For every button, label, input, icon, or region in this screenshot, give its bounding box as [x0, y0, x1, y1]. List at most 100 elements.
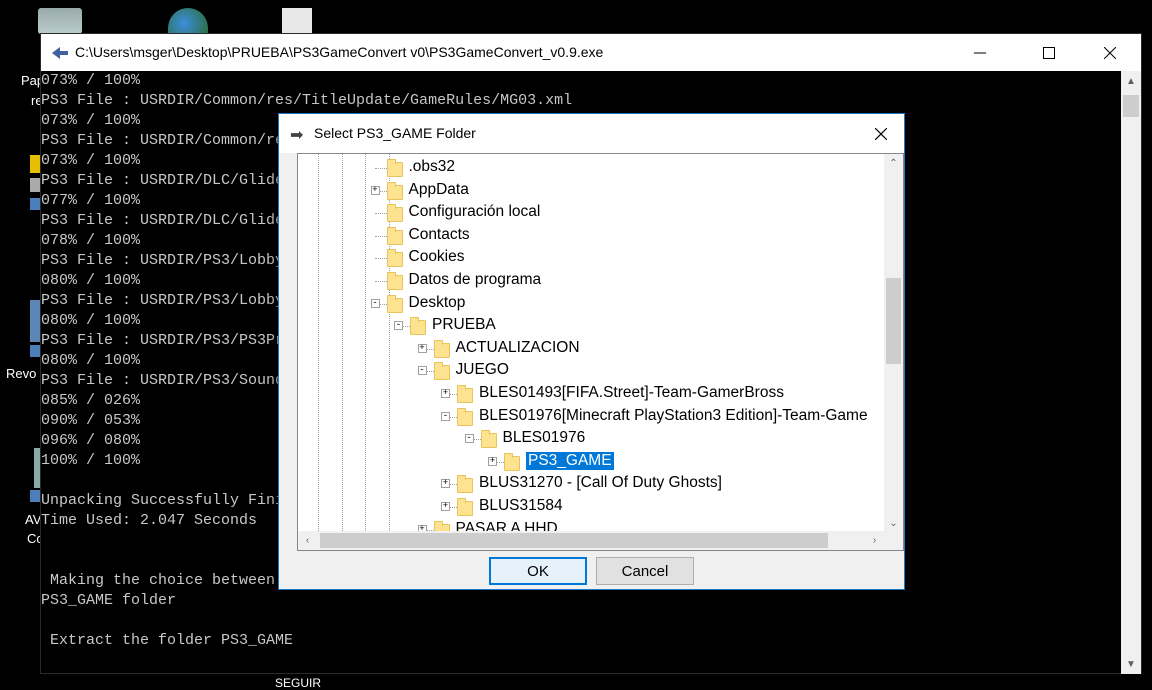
file-icon[interactable] — [282, 8, 312, 34]
desktop-label-seguir[interactable]: SEGUIR — [275, 676, 321, 690]
shortcut-icon[interactable] — [30, 345, 40, 357]
tree-node[interactable]: .obs32 — [298, 157, 884, 179]
collapse-icon[interactable]: - — [394, 321, 403, 331]
arrow-right-icon: ➡ — [290, 127, 304, 144]
folder-icon — [386, 159, 403, 177]
tree-node[interactable]: + PS3_GAME — [298, 450, 884, 473]
tree-node-label[interactable]: PRUEBA — [432, 316, 496, 334]
console-titlebar[interactable]: C:\Users\msger\Desktop\PRUEBA\PS3GameCon… — [41, 34, 1141, 71]
tree-node-label[interactable]: BLUS31584 — [479, 497, 563, 515]
app-icon[interactable] — [30, 155, 40, 173]
dialog-close-button[interactable] — [858, 114, 904, 153]
tree-node[interactable]: + ACTUALIZACION — [298, 338, 884, 360]
scroll-up-icon[interactable]: ▲ — [1121, 71, 1141, 91]
tree-node-label[interactable]: ACTUALIZACION — [456, 339, 580, 357]
folder-icon — [457, 498, 473, 516]
tree-node[interactable]: Contacts — [298, 225, 884, 247]
tree-node[interactable]: Datos de programa — [298, 270, 884, 292]
tree-node[interactable]: + AppData — [298, 180, 884, 202]
dialog-titlebar[interactable]: ➡ Select PS3_GAME Folder — [279, 114, 904, 153]
app-icon[interactable] — [30, 178, 40, 192]
tree-node[interactable]: Cookies — [298, 247, 884, 269]
chevron-right-icon[interactable]: › — [865, 531, 884, 550]
tree-node-label[interactable]: Datos de programa — [409, 271, 542, 289]
tree-node-label[interactable]: AppData — [409, 181, 469, 199]
cancel-button[interactable]: Cancel — [596, 557, 694, 585]
scroll-thumb[interactable] — [320, 533, 828, 548]
expand-icon[interactable]: + — [370, 185, 380, 195]
scroll-thumb[interactable] — [1123, 95, 1139, 117]
collapse-icon[interactable]: - — [441, 411, 450, 421]
folder-tree[interactable]: .obs32 + AppData Configuración local Contact… — [297, 153, 904, 551]
close-button[interactable] — [1087, 34, 1133, 71]
window-title: C:\Users\msger\Desktop\PRUEBA\PS3GameCon… — [75, 44, 604, 60]
tree-node-label[interactable]: JUEGO — [456, 361, 509, 379]
tree-node[interactable]: + BLUS31270 - [Call Of Duty Ghosts] — [298, 473, 884, 495]
desktop-label-4[interactable]: AV — [25, 512, 41, 527]
minimize-button[interactable] — [957, 34, 1003, 71]
folder-icon — [433, 339, 450, 358]
app-icon — [52, 47, 68, 59]
select-folder-dialog[interactable]: ➡ Select PS3_GAME Folder .obs32 + AppData C… — [278, 113, 905, 590]
recycle-bin-icon[interactable] — [38, 8, 82, 34]
tree-connector — [374, 281, 387, 282]
tree-connector — [374, 168, 387, 169]
close-icon — [1104, 46, 1116, 59]
close-icon — [875, 127, 887, 140]
tree-node-label[interactable]: BLUS31270 - [Call Of Duty Ghosts] — [479, 474, 722, 492]
tree-node[interactable]: - BLES01976[Minecraft PlayStation3 Editio… — [298, 406, 884, 428]
tree-node[interactable]: + BLES01493[FIFA.Street]-Team-GamerBross — [298, 383, 884, 405]
console-line: PS3_GAME folder — [41, 592, 177, 609]
console-scrollbar[interactable]: ▲ ▼ — [1121, 71, 1141, 674]
collapse-icon[interactable]: - — [417, 366, 427, 376]
tree-node[interactable]: Configuración local — [298, 202, 884, 224]
folder-icon — [410, 317, 426, 336]
dialog-title: Select PS3_GAME Folder — [314, 125, 476, 141]
minimize-icon — [974, 52, 986, 53]
folder-tree-content[interactable]: .obs32 + AppData Configuración local Contact… — [298, 154, 884, 533]
console-line: PS3 File : USRDIR/Common/res/TitleUpdate… — [41, 92, 573, 109]
tree-node[interactable]: - PRUEBA — [298, 315, 884, 337]
tree-node[interactable]: - Desktop — [298, 293, 884, 315]
console-line: Extract the folder PS3_GAME — [41, 632, 294, 649]
tree-node-label[interactable]: Contacts — [409, 226, 470, 244]
tree-node-label[interactable]: BLES01493[FIFA.Street]-Team-GamerBross — [479, 384, 784, 402]
tree-node-label[interactable]: Cookies — [409, 248, 465, 266]
tree-vertical-scrollbar[interactable]: ⌃ ⌄ — [884, 154, 903, 533]
shortcut-icon[interactable] — [30, 490, 40, 502]
folder-icon — [433, 362, 450, 381]
tree-node-label[interactable]: .obs32 — [409, 158, 456, 176]
tree-node-label[interactable]: PS3_GAME — [525, 450, 615, 471]
ok-button[interactable]: OK — [489, 557, 587, 585]
shortcut-icon[interactable] — [30, 198, 40, 210]
tree-node[interactable]: + BLUS31584 — [298, 496, 884, 518]
tree-node-label[interactable]: Configuración local — [409, 203, 541, 221]
tree-connector — [374, 235, 387, 237]
desktop-label-3[interactable]: Revo — [6, 366, 36, 381]
collapse-icon[interactable]: - — [464, 434, 474, 444]
app-icon[interactable] — [30, 300, 40, 342]
expand-icon[interactable]: + — [441, 389, 450, 398]
scroll-thumb[interactable] — [886, 278, 901, 364]
browser-icon[interactable] — [168, 8, 208, 34]
chevron-up-icon[interactable]: ⌃ — [884, 154, 903, 173]
maximize-button[interactable] — [1026, 34, 1072, 71]
tree-node[interactable]: - JUEGO — [298, 360, 884, 382]
folder-icon — [457, 385, 473, 403]
expand-icon[interactable]: + — [417, 343, 427, 353]
tree-node-label[interactable]: BLES01976 — [503, 429, 586, 447]
scroll-down-icon[interactable]: ▼ — [1121, 654, 1141, 674]
folder-icon — [386, 249, 403, 268]
tree-connector — [374, 213, 387, 215]
chevron-left-icon[interactable]: ‹ — [298, 531, 317, 550]
tree-connector — [374, 258, 387, 260]
expand-icon[interactable]: + — [488, 456, 497, 466]
tree-node-label[interactable]: BLES01976[Minecraft PlayStation3 Edition… — [479, 407, 868, 425]
tree-horizontal-scrollbar[interactable]: ‹ › — [298, 531, 884, 550]
expand-icon[interactable]: + — [441, 479, 450, 489]
tree-node[interactable]: - BLES01976 — [298, 428, 884, 450]
collapse-icon[interactable]: - — [370, 298, 380, 308]
tree-node-label[interactable]: Desktop — [409, 294, 466, 312]
expand-icon[interactable]: + — [441, 502, 450, 511]
